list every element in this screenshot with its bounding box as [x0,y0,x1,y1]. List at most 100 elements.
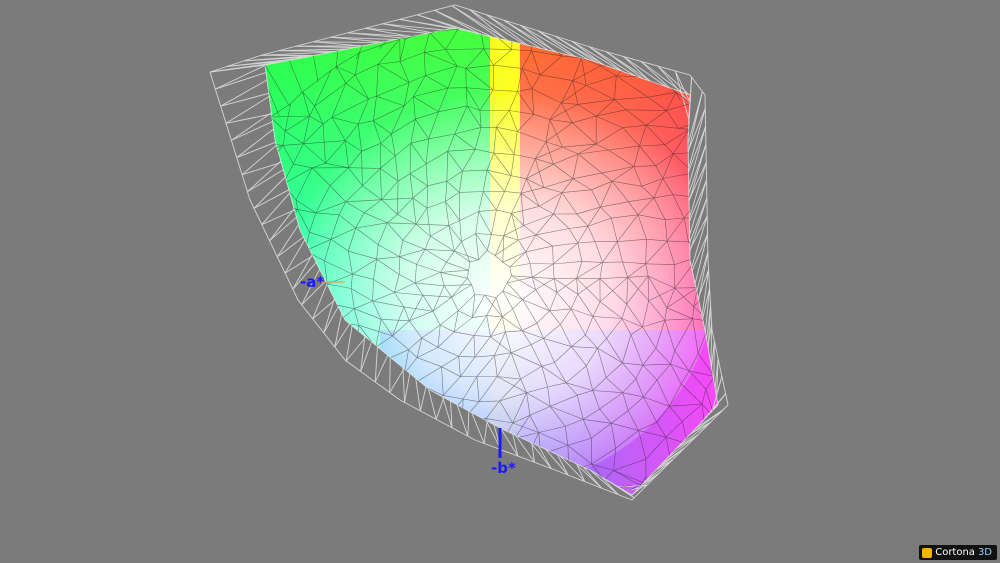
mesh-edge [317,450,330,476]
mesh-edge [235,368,257,369]
cortona-logo-icon [922,547,933,558]
mesh-edge [740,321,748,356]
mesh-edge [313,450,330,468]
mesh-edge [386,469,408,483]
mesh-edge [379,447,407,461]
mesh-edge [561,31,564,57]
mesh-edge [500,508,506,527]
mesh-edge [284,416,291,448]
mesh-edge [305,399,337,407]
mesh-edge [719,235,742,236]
mesh-edge [379,460,387,483]
mesh-edge [453,503,470,527]
reference-spike [713,341,715,381]
mesh-edge [232,255,255,273]
mesh-spoke [531,442,557,495]
mesh-edge [531,454,541,484]
mesh-edge [221,328,239,339]
mesh-edge [390,494,420,495]
reference-spike [688,180,707,222]
mesh-edge [265,298,280,305]
mesh-edge [467,439,477,464]
mesh-edge [439,461,458,479]
mesh-edge [709,321,718,354]
mesh-edge [719,222,737,235]
mesh-edge [741,310,763,322]
cortona3d-badge[interactable]: Cortona 3D [919,545,997,560]
mesh-edge [705,148,718,153]
mesh-edge [289,333,311,340]
gamut-3d-viewport[interactable] [0,0,1000,563]
mesh-edge [433,503,453,521]
mesh-edge [459,462,477,485]
mesh-edge [323,414,350,425]
mesh-edge [717,266,718,282]
reference-spike [276,224,299,258]
mesh-edge [406,494,420,495]
mesh-edge [213,279,231,281]
mesh-edge [348,399,372,415]
mesh-edge [712,217,718,223]
mesh-edge [729,353,747,366]
mesh-edge [401,408,427,423]
reference-spike [402,367,406,403]
mesh-edge [452,486,476,495]
mesh-spoke [265,321,347,353]
reference-spike [247,169,284,193]
reference-spike [704,287,711,333]
mesh-edge [221,349,257,368]
mesh-edge [335,451,370,464]
mesh-edge [343,374,365,385]
mesh-edge [280,366,313,379]
mesh-edge [335,441,352,463]
mesh-edge [296,365,304,387]
reference-spike [284,239,306,274]
mesh-spoke [269,352,386,425]
mesh-edge [312,363,337,379]
mesh-edge [723,261,740,267]
mesh-edge [265,145,284,160]
mesh-edge [407,502,445,511]
mesh-edge [727,191,751,205]
reference-spike [231,112,272,141]
mesh-edge [532,499,556,516]
mesh-edge [359,474,363,495]
mesh-spoke [712,371,718,373]
mesh-edge [296,378,313,388]
mesh-edge [329,441,352,451]
mesh-edge [239,304,262,328]
mesh-edge [265,304,286,324]
mesh-edge [469,506,492,528]
mesh-edge [699,190,718,198]
mesh-spoke [486,421,488,495]
mesh-edge [529,497,558,520]
reference-spike [253,189,290,209]
mesh-edge [209,256,231,281]
mesh-spoke [265,156,282,163]
mesh-edge [265,284,280,300]
reference-spike [389,357,391,393]
mesh-edge [227,184,252,199]
mesh-edge [358,422,370,452]
mesh-edge [698,256,718,262]
mesh-edge [362,459,380,475]
reference-spike [389,368,405,393]
mesh-edge [265,327,268,331]
mesh-edge [350,422,359,442]
mesh-edge [418,477,440,495]
reference-spike [215,72,267,90]
reference-spike [427,388,437,420]
mesh-edge [310,423,324,445]
mesh-spoke [482,28,484,35]
mesh-edge [737,204,751,222]
reference-spike [415,378,421,411]
mesh-spoke [395,397,445,495]
mesh-edge [265,416,285,428]
mesh-edge [444,484,461,495]
mesh-edge [265,347,273,369]
mesh-spoke [716,390,718,396]
mesh-edge [214,223,235,231]
mesh-edge [271,347,304,367]
mesh-edge [698,235,718,257]
mesh-edge [456,461,461,485]
